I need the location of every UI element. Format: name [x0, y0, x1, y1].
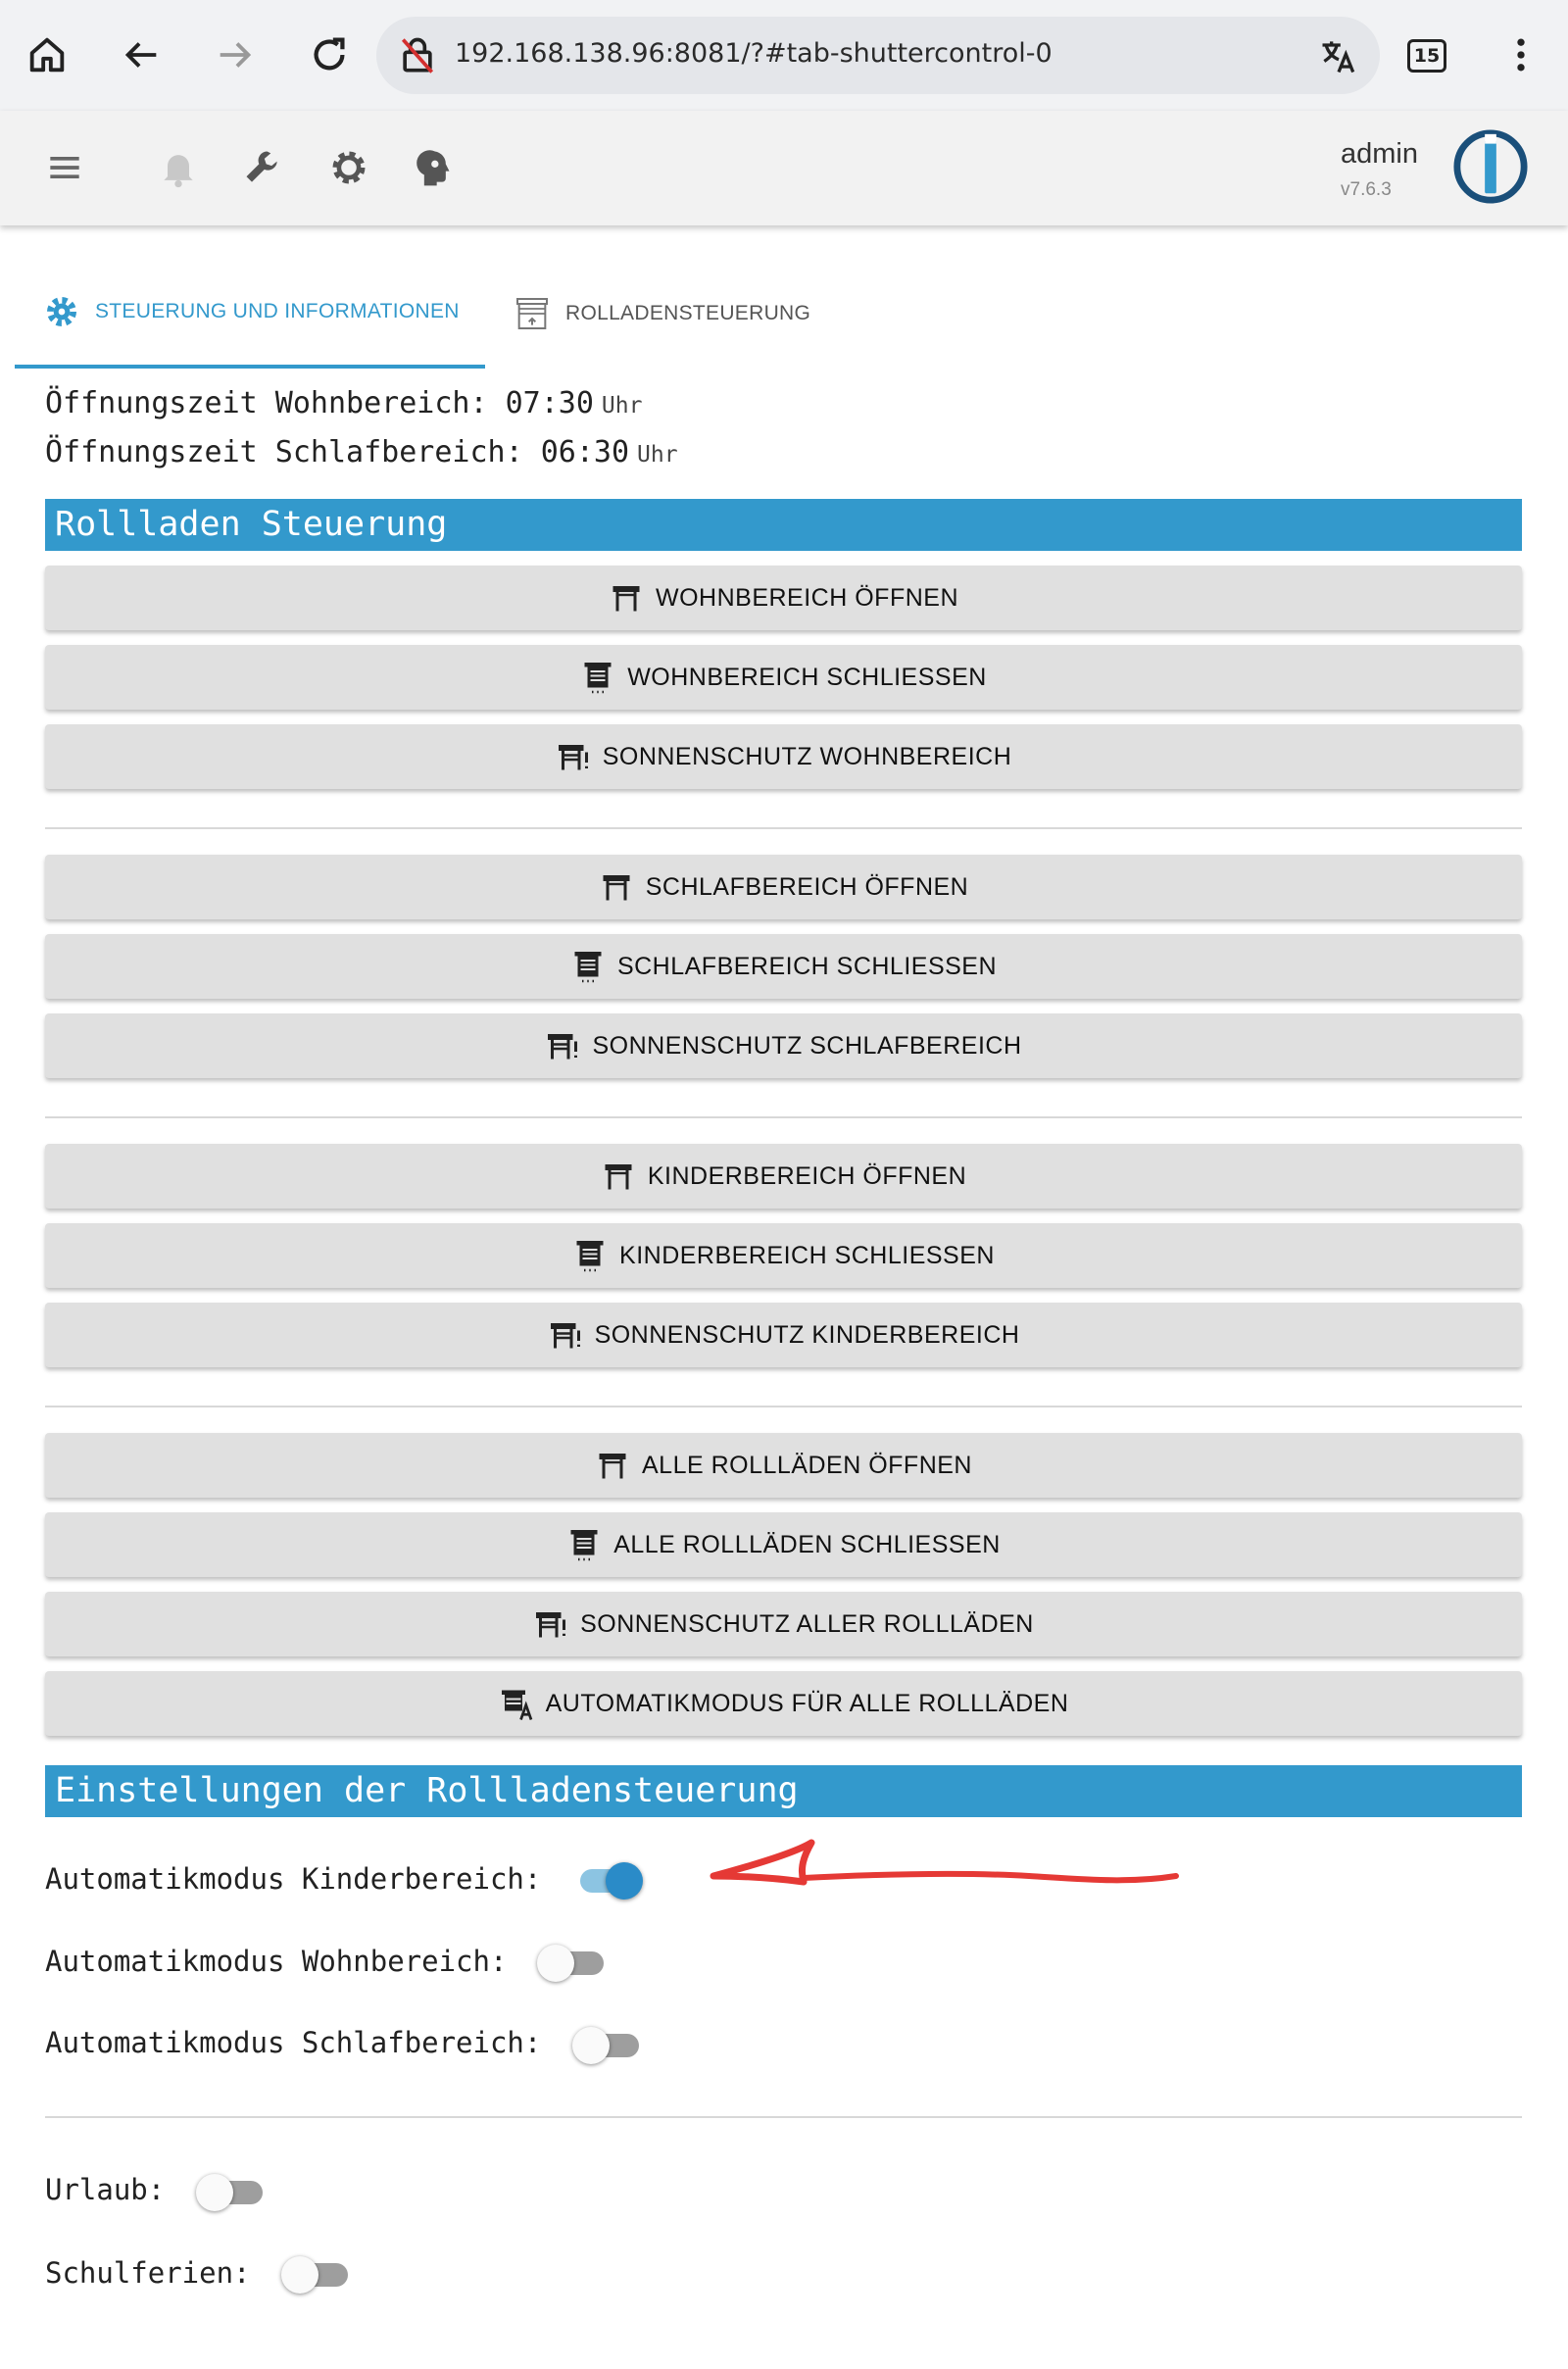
- button-label: SONNENSCHUTZ SCHLAFBEREICH: [592, 1031, 1022, 1060]
- button-all-automatic[interactable]: AUTOMATIKMODUS FÜR ALLE ROLLLÄDEN: [45, 1671, 1522, 1736]
- tab-bar: STEUERUNG UND INFORMATIONEN ROLLADENSTEU…: [15, 259, 1553, 369]
- shutter-closed-icon: [570, 1530, 598, 1561]
- button-label: SCHLAFBEREICH ÖFFNEN: [645, 872, 969, 901]
- red-arrow-annotation: [710, 1839, 1179, 1886]
- wrench-icon[interactable]: [237, 142, 288, 193]
- button-label: SONNENSCHUTZ KINDERBEREICH: [594, 1320, 1020, 1349]
- toggle-school-holidays[interactable]: [281, 2254, 350, 2294]
- setting-label-school-holidays: Schulferien:: [45, 2256, 251, 2290]
- setting-label-auto-living: Automatikmodus Wohnbereich:: [45, 1945, 508, 1978]
- switch-thumb: [196, 2174, 233, 2211]
- section-header-settings: Einstellungen der Rollladensteuerung: [45, 1765, 1522, 1817]
- toggle-auto-living[interactable]: [537, 1943, 606, 1982]
- button-label: KINDERBEREICH SCHLIESSEN: [619, 1241, 995, 1269]
- button-label: ALLE ROLLLÄDEN ÖFFNEN: [642, 1451, 972, 1479]
- insecure-lock-icon[interactable]: [396, 34, 439, 77]
- tab-switcher-button[interactable]: 15: [1407, 39, 1446, 73]
- switch-thumb: [606, 1862, 643, 1900]
- more-options-icon[interactable]: [1499, 29, 1543, 80]
- button-label: SONNENSCHUTZ ALLER ROLLLÄDEN: [580, 1609, 1034, 1638]
- button-label: SCHLAFBEREICH SCHLIESSEN: [616, 952, 998, 980]
- button-living-close[interactable]: WOHNBEREICH SCHLIESSEN: [45, 645, 1522, 710]
- info-text: Öffnungszeit Schlafbereich: 06:30: [45, 435, 630, 469]
- toggle-vacation[interactable]: [196, 2172, 265, 2211]
- setting-label-vacation: Urlaub:: [45, 2173, 166, 2206]
- shutter-sunshade-icon: [558, 745, 588, 770]
- toggle-auto-sleeping[interactable]: [572, 2025, 641, 2064]
- shutter-open-icon: [605, 1164, 632, 1190]
- version-label: v7.6.3: [1341, 179, 1392, 200]
- button-sleeping-open[interactable]: SCHLAFBEREICH ÖFFNEN: [45, 855, 1522, 919]
- switch-thumb: [281, 2256, 318, 2294]
- shutter-sunshade-icon: [548, 1034, 578, 1060]
- tab-rolladensteuerung[interactable]: ROLLADENSTEUERUNG: [513, 259, 846, 369]
- button-label: WOHNBEREICH ÖFFNEN: [656, 583, 958, 612]
- shutter-open-icon: [599, 1454, 626, 1479]
- button-label: KINDERBEREICH ÖFFNEN: [647, 1161, 967, 1190]
- reload-icon[interactable]: [302, 27, 357, 82]
- user-name[interactable]: admin: [1341, 138, 1418, 171]
- url-text[interactable]: 192.168.138.96:8081/?#tab-shuttercontrol…: [455, 38, 1053, 69]
- setting-label-auto-sleeping: Automatikmodus Schlafbereich:: [45, 2026, 542, 2059]
- switch-thumb: [572, 2027, 610, 2064]
- bell-icon[interactable]: [153, 142, 204, 193]
- menu-icon[interactable]: [39, 142, 90, 193]
- iobroker-logo-icon[interactable]: [1452, 128, 1529, 205]
- info-unit: Uhr: [601, 393, 643, 419]
- button-label: WOHNBEREICH SCHLIESSEN: [627, 663, 987, 691]
- switch-thumb: [537, 1945, 574, 1982]
- button-label: AUTOMATIKMODUS FÜR ALLE ROLLLÄDEN: [545, 1689, 1069, 1717]
- button-all-sunshade[interactable]: SONNENSCHUTZ ALLER ROLLLÄDEN: [45, 1592, 1522, 1656]
- forward-arrow-icon[interactable]: [208, 27, 263, 82]
- button-children-open[interactable]: KINDERBEREICH ÖFFNEN: [45, 1144, 1522, 1209]
- app-toolbar: admin v7.6.3: [0, 111, 1568, 225]
- button-sleeping-close[interactable]: SCHLAFBEREICH SCHLIESSEN: [45, 934, 1522, 999]
- button-children-sunshade[interactable]: SONNENSCHUTZ KINDERBEREICH: [45, 1303, 1522, 1367]
- button-living-open[interactable]: WOHNBEREICH ÖFFNEN: [45, 566, 1522, 630]
- divider: [45, 1406, 1522, 1407]
- address-bar[interactable]: 192.168.138.96:8081/?#tab-shuttercontrol…: [376, 17, 1380, 94]
- shutter-closed-icon: [584, 663, 612, 694]
- button-living-sunshade[interactable]: SONNENSCHUTZ WOHNBEREICH: [45, 724, 1522, 789]
- tab-label: ROLLADENSTEUERUNG: [565, 302, 811, 324]
- shutter-closed-icon: [574, 952, 602, 983]
- divider: [45, 1116, 1522, 1118]
- shutter-sunshade-icon: [550, 1323, 580, 1349]
- divider: [45, 2116, 1522, 2118]
- shutter-automatic-icon: [501, 1690, 532, 1720]
- section-header-control: Rollladen Steuerung: [45, 499, 1522, 551]
- button-children-close[interactable]: KINDERBEREICH SCHLIESSEN: [45, 1223, 1522, 1288]
- settings-gear-icon[interactable]: [323, 142, 374, 193]
- info-unit: Uhr: [637, 442, 678, 468]
- shutter-open-icon: [612, 586, 640, 612]
- shutter-closed-icon: [576, 1241, 604, 1272]
- setting-label-auto-children: Automatikmodus Kinderbereich:: [45, 1862, 542, 1896]
- button-sleeping-sunshade[interactable]: SONNENSCHUTZ SCHLAFBEREICH: [45, 1013, 1522, 1078]
- button-all-open[interactable]: ALLE ROLLLÄDEN ÖFFNEN: [45, 1433, 1522, 1498]
- shutter-open-icon: [603, 875, 630, 901]
- home-icon[interactable]: [20, 27, 74, 82]
- info-opening-time-living: Öffnungszeit Wohnbereich: 07:30 Uhr: [45, 386, 642, 420]
- window-shutter-icon: [516, 298, 548, 329]
- divider: [45, 827, 1522, 829]
- expert-mode-head-icon[interactable]: [408, 142, 459, 193]
- button-label: ALLE ROLLLÄDEN SCHLIESSEN: [613, 1530, 1001, 1558]
- gear-icon: [47, 297, 76, 326]
- tab-steuerung[interactable]: STEUERUNG UND INFORMATIONEN: [15, 259, 485, 369]
- back-arrow-icon[interactable]: [114, 27, 169, 82]
- info-text: Öffnungszeit Wohnbereich: 07:30: [45, 386, 594, 420]
- shutter-sunshade-icon: [536, 1612, 566, 1638]
- info-opening-time-sleeping: Öffnungszeit Schlafbereich: 06:30 Uhr: [45, 435, 678, 469]
- translate-icon[interactable]: [1317, 34, 1360, 77]
- button-all-close[interactable]: ALLE ROLLLÄDEN SCHLIESSEN: [45, 1512, 1522, 1577]
- toggle-auto-children[interactable]: [574, 1860, 643, 1900]
- button-label: SONNENSCHUTZ WOHNBEREICH: [602, 742, 1012, 770]
- browser-toolbar: 192.168.138.96:8081/?#tab-shuttercontrol…: [0, 0, 1568, 111]
- tab-label: STEUERUNG UND INFORMATIONEN: [95, 300, 460, 322]
